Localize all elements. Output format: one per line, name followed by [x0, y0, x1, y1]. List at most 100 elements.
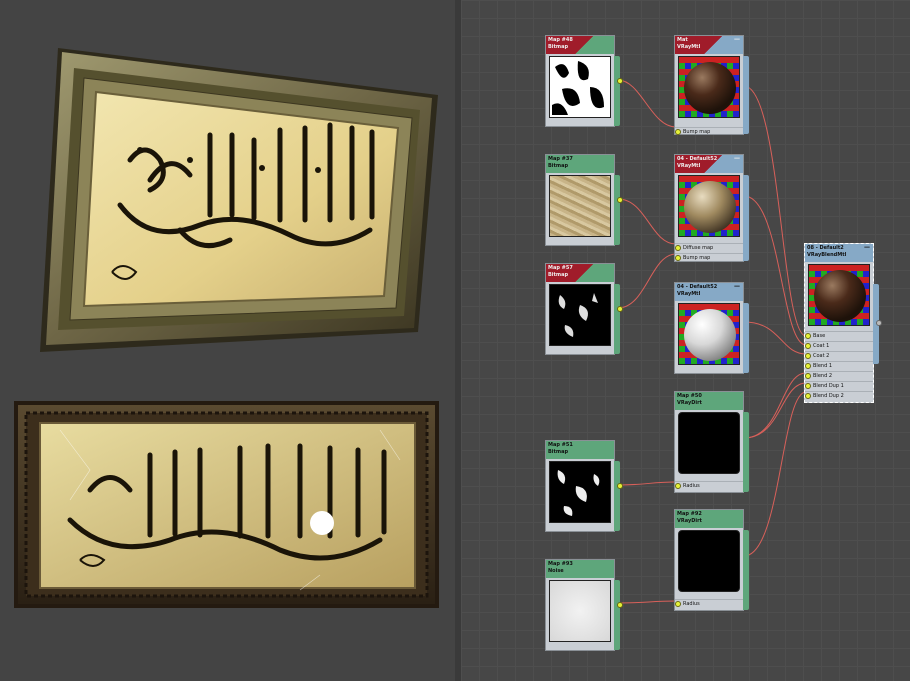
top-frame	[40, 48, 438, 352]
node-output-tab[interactable]	[743, 175, 749, 261]
minimize-icon[interactable]: —	[864, 244, 870, 251]
slot-label: Blend Dup 2	[813, 393, 844, 399]
node-header[interactable]: 04 - Default52 VRayMtl —	[675, 283, 743, 301]
input-socket[interactable]	[805, 353, 811, 359]
slot-label: Blend 1	[813, 363, 833, 369]
node-title: Map #37	[548, 156, 573, 162]
node-map57[interactable]: Map #57 Bitmap	[545, 263, 623, 355]
bitmap-thumbnail	[549, 175, 611, 237]
dirt-thumbnail	[678, 412, 740, 474]
node-output-tab[interactable]	[614, 580, 620, 650]
material-thumbnail	[808, 264, 870, 326]
bitmap-preview-icon	[558, 293, 598, 337]
node-type: VRayDirt	[677, 400, 702, 406]
slot-diffuse-map[interactable]: Diffuse map	[675, 243, 743, 253]
node-map51[interactable]: Map #51 Bitmap	[545, 440, 623, 532]
slate-material-editor-graph[interactable]: Map #48 Bitmap Mat VRayMtl — Bump map Ma…	[461, 0, 910, 681]
node-output-tab[interactable]	[743, 412, 749, 492]
slot-bump-map[interactable]: Bump map	[675, 253, 743, 263]
cursor-indicator	[310, 511, 334, 535]
node-title: Map #93	[548, 561, 573, 567]
output-socket[interactable]	[876, 320, 882, 326]
node-vrayblendmtl[interactable]: 08 - Default2 VRayBlendMtl — Base Coat 1…	[804, 243, 882, 403]
material-sphere-icon	[684, 181, 736, 233]
node-output-tab[interactable]	[743, 56, 749, 134]
input-socket[interactable]	[675, 483, 681, 489]
slot-blend-2[interactable]: Blend 2	[805, 371, 873, 381]
noise-thumbnail	[549, 580, 611, 642]
output-socket[interactable]	[617, 306, 623, 312]
slot-radius[interactable]: Radius	[675, 481, 743, 491]
slot-label: Radius	[683, 601, 700, 607]
node-map48[interactable]: Map #48 Bitmap	[545, 35, 623, 127]
minimize-icon[interactable]: —	[734, 36, 740, 43]
output-socket[interactable]	[617, 602, 623, 608]
slot-bump-map[interactable]: Bump map	[675, 127, 743, 137]
node-type: Bitmap	[548, 449, 569, 455]
minimize-icon[interactable]: —	[734, 155, 740, 162]
output-socket[interactable]	[617, 483, 623, 489]
input-socket[interactable]	[675, 601, 681, 607]
material-thumbnail	[678, 56, 740, 118]
input-socket[interactable]	[805, 383, 811, 389]
slot-label: Base	[813, 333, 826, 339]
node-title: 04 - Default52	[677, 156, 718, 162]
input-socket[interactable]	[675, 245, 681, 251]
input-socket[interactable]	[805, 333, 811, 339]
node-output-tab[interactable]	[743, 530, 749, 610]
node-map93[interactable]: Map #93 Noise	[545, 559, 623, 651]
node-type: VRayDirt	[677, 518, 702, 524]
node-header[interactable]: Map #37 Bitmap	[546, 155, 614, 173]
node-header[interactable]: Map #48 Bitmap	[546, 36, 614, 54]
node-header[interactable]: Mat VRayMtl —	[675, 36, 743, 54]
material-sphere-icon	[814, 270, 866, 322]
node-output-tab[interactable]	[614, 284, 620, 354]
output-socket[interactable]	[617, 78, 623, 84]
node-default52-wood[interactable]: 04 - Default52 VRayMtl — Diffuse map Bum…	[674, 154, 749, 263]
viewport-scene	[14, 48, 439, 608]
viewport-3d[interactable]	[0, 0, 455, 681]
bitmap-thumbnail	[549, 56, 611, 118]
slot-label: Radius	[683, 483, 700, 489]
node-header[interactable]: Map #50 VRayDirt	[675, 392, 743, 410]
slot-coat-2[interactable]: Coat 2	[805, 351, 873, 361]
node-mtl1[interactable]: Mat VRayMtl — Bump map	[674, 35, 749, 137]
node-map37[interactable]: Map #37 Bitmap	[545, 154, 623, 246]
slot-coat-1[interactable]: Coat 1	[805, 341, 873, 351]
input-socket[interactable]	[805, 393, 811, 399]
node-output-tab[interactable]	[614, 175, 620, 245]
input-socket[interactable]	[805, 373, 811, 379]
node-header[interactable]: Map #92 VRayDirt	[675, 510, 743, 528]
node-output-tab[interactable]	[614, 56, 620, 126]
node-header[interactable]: Map #57 Bitmap	[546, 264, 614, 282]
output-socket[interactable]	[617, 197, 623, 203]
slot-blend-1[interactable]: Blend 1	[805, 361, 873, 371]
slot-radius[interactable]: Radius	[675, 599, 743, 609]
slot-base[interactable]: Base	[805, 331, 873, 341]
node-title: Map #48	[548, 37, 573, 43]
node-map50[interactable]: Map #50 VRayDirt Radius	[674, 391, 749, 493]
node-header[interactable]: Map #93 Noise	[546, 560, 614, 578]
node-output-tab[interactable]	[614, 461, 620, 531]
node-header[interactable]: 08 - Default2 VRayBlendMtl —	[805, 244, 873, 262]
input-socket[interactable]	[675, 129, 681, 135]
node-title: Map #51	[548, 442, 573, 448]
node-type: Noise	[548, 568, 564, 574]
node-header[interactable]: Map #51 Bitmap	[546, 441, 614, 459]
input-socket[interactable]	[675, 255, 681, 261]
node-header[interactable]: 04 - Default52 VRayMtl —	[675, 155, 743, 173]
input-socket[interactable]	[805, 363, 811, 369]
material-thumbnail	[678, 303, 740, 365]
node-map92[interactable]: Map #92 VRayDirt Radius	[674, 509, 749, 611]
input-socket[interactable]	[805, 343, 811, 349]
minimize-icon[interactable]: —	[734, 283, 740, 290]
bitmap-preview-icon	[557, 470, 600, 516]
node-title: Map #50	[677, 393, 702, 399]
slot-label: Blend 2	[813, 373, 833, 379]
node-title: 04 - Default52	[677, 284, 718, 290]
node-type: VRayMtl	[677, 291, 701, 297]
node-output-tab[interactable]	[743, 303, 749, 373]
slot-blend-dup-2[interactable]: Blend Dup 2	[805, 391, 873, 401]
slot-blend-dup-1[interactable]: Blend Dup 1	[805, 381, 873, 391]
node-default52-white[interactable]: 04 - Default52 VRayMtl —	[674, 282, 749, 374]
